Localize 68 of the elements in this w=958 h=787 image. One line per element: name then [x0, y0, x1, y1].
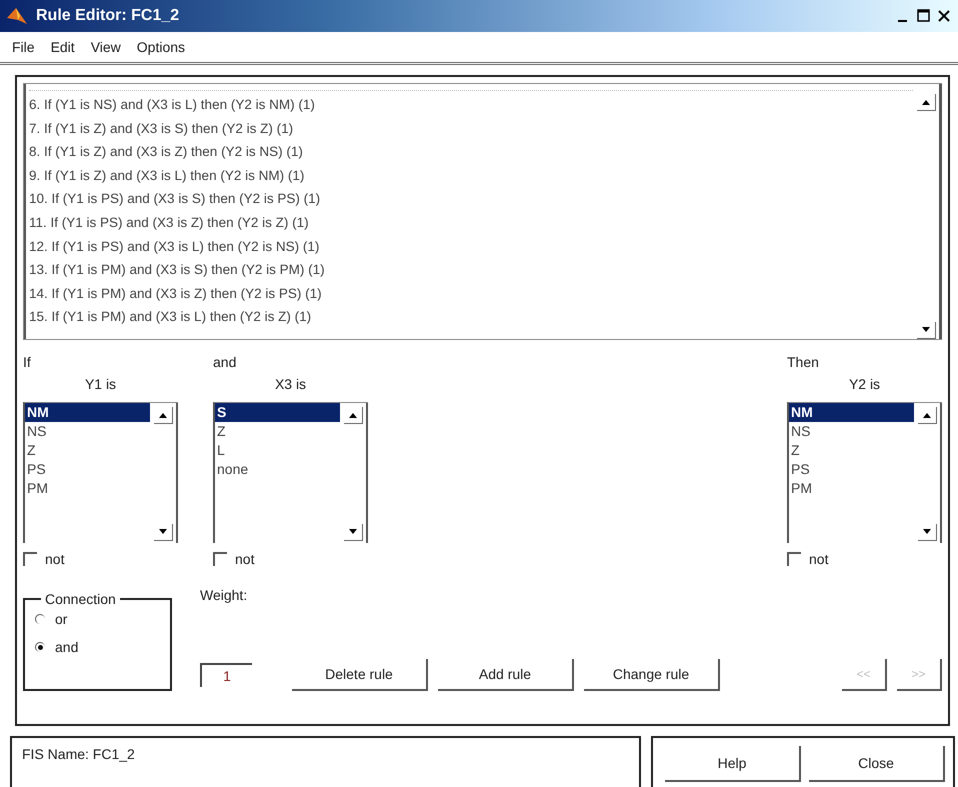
- rule-item[interactable]: 10. If (Y1 is PS) and (X3 is S) then (Y2 is PS) (1): [29, 187, 913, 211]
- rule-item[interactable]: 9. If (Y1 is Z) and (X3 is L) then (Y2 is NM) (1): [29, 164, 913, 188]
- rule-item[interactable]: 7. If (Y1 is Z) and (X3 is S) then (Y2 is Z) (1): [29, 116, 913, 140]
- term-item[interactable]: NM: [25, 403, 150, 422]
- group-title: Connection: [44, 591, 117, 607]
- term-item[interactable]: L: [215, 441, 340, 460]
- radio-button[interactable]: [35, 642, 45, 652]
- scroll-up-icon[interactable]: [154, 407, 172, 424]
- menu-item[interactable]: Options: [136, 39, 186, 55]
- footer-button[interactable]: Help: [665, 746, 801, 782]
- radio-button[interactable]: [35, 614, 45, 624]
- weight-label: Weight:: [200, 587, 248, 603]
- not-checkbox[interactable]: [213, 552, 227, 566]
- menu-item[interactable]: Edit: [50, 39, 75, 55]
- checkbox-label: not: [235, 551, 254, 567]
- checkbox-label: not: [45, 551, 64, 567]
- term-list[interactable]: S Z L none: [213, 402, 368, 543]
- radio-label: and: [55, 639, 78, 655]
- term-item[interactable]: NS: [789, 422, 914, 441]
- term-item[interactable]: PM: [25, 479, 150, 498]
- rule-button[interactable]: Change rule: [584, 659, 720, 691]
- variable-label: Y1 is: [84, 376, 118, 394]
- fis-name: FIS Name: FC1_2: [22, 746, 135, 762]
- radio-label: or: [55, 611, 68, 627]
- term-list[interactable]: NM NS Z PS PM: [23, 402, 178, 543]
- close-icon[interactable]: [936, 8, 952, 24]
- term-item[interactable]: NM: [789, 403, 914, 422]
- rule-item[interactable]: 11. If (Y1 is PS) and (X3 is Z) then (Y2 is Z) (1): [29, 210, 913, 235]
- scroll-down-icon[interactable]: [916, 322, 936, 339]
- variable-label: X3 is: [274, 376, 308, 394]
- weight-field[interactable]: 1: [200, 663, 252, 687]
- not-checkbox[interactable]: [23, 552, 37, 566]
- rule-item[interactable]: 14. If (Y1 is PM) and (X3 is Z) then (Y2 is PS) (1): [29, 282, 913, 306]
- menu-item[interactable]: View: [90, 39, 121, 55]
- clause-label: If: [23, 354, 32, 372]
- rule-item[interactable]: 13. If (Y1 is PM) and (X3 is S) then (Y2 is PM) (1): [29, 258, 913, 282]
- scroll-up-icon[interactable]: [918, 407, 936, 424]
- term-item[interactable]: PS: [25, 460, 150, 479]
- term-item[interactable]: NS: [25, 422, 150, 441]
- term-item[interactable]: none: [215, 460, 340, 479]
- checkbox-label: not: [809, 551, 828, 567]
- rule-list[interactable]: [23, 83, 942, 340]
- rule-item[interactable]: 15. If (Y1 is PM) and (X3 is L) then (Y2 is Z) (1): [29, 305, 913, 329]
- scroll-up-icon[interactable]: [344, 407, 362, 424]
- rule-button[interactable]: Delete rule: [292, 659, 428, 691]
- rule-item[interactable]: 6. If (Y1 is NS) and (X3 is L) then (Y2 is NM) (1): [29, 93, 913, 117]
- scroll-down-icon[interactable]: [918, 524, 936, 541]
- clause-label: and: [213, 354, 238, 372]
- term-item[interactable]: Z: [25, 441, 150, 460]
- term-item[interactable]: Z: [789, 441, 914, 460]
- clause-label: Then: [787, 354, 820, 372]
- term-item[interactable]: PS: [789, 460, 914, 479]
- footer-button[interactable]: Close: [809, 746, 945, 782]
- rule-item[interactable]: 8. If (Y1 is Z) and (X3 is Z) then (Y2 is NS) (1): [29, 140, 913, 164]
- scroll-up-icon[interactable]: [916, 94, 936, 111]
- rule-button[interactable]: Add rule: [438, 659, 574, 691]
- variable-label: Y2 is: [848, 376, 882, 394]
- window-title: Rule Editor: FC1_2: [36, 7, 180, 25]
- term-list[interactable]: NM NS Z PS PM: [787, 402, 942, 543]
- app-icon: [6, 6, 28, 26]
- rule-item[interactable]: 12. If (Y1 is PS) and (X3 is L) then (Y2 is NS) (1): [29, 234, 913, 258]
- scroll-down-icon[interactable]: [344, 524, 362, 541]
- scroll-down-icon[interactable]: [154, 524, 172, 541]
- menu-item[interactable]: File: [12, 39, 35, 55]
- term-item[interactable]: Z: [215, 422, 340, 441]
- term-item[interactable]: PM: [789, 479, 914, 498]
- term-item[interactable]: S: [215, 403, 340, 422]
- not-checkbox[interactable]: [787, 552, 801, 566]
